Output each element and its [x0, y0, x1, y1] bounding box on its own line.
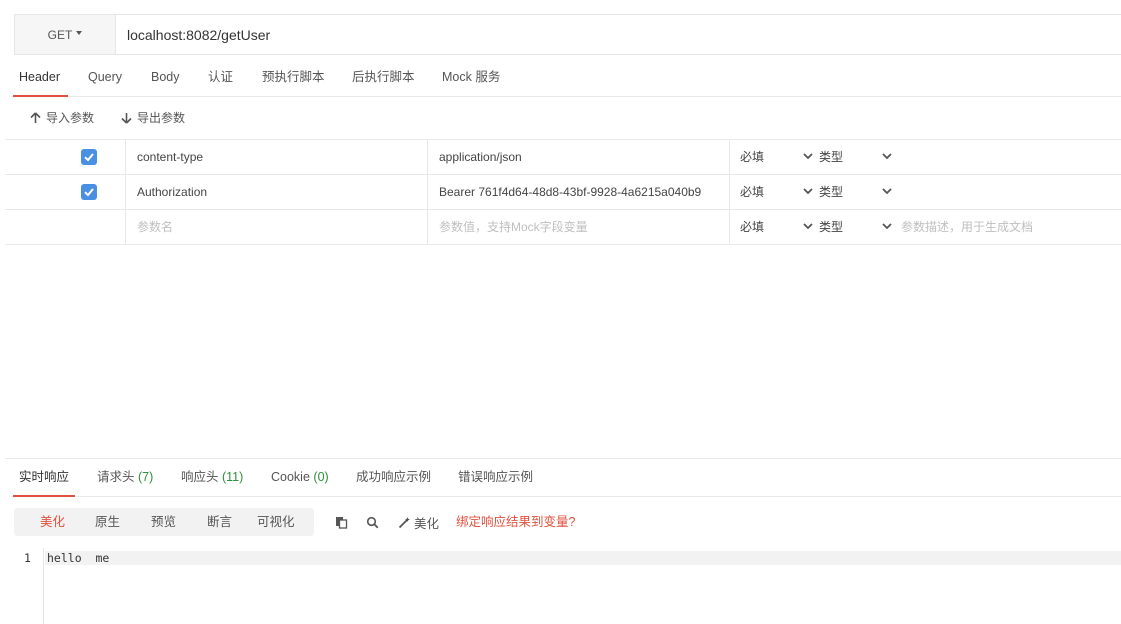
- line-number: 1: [24, 551, 31, 565]
- response-tabs: 实时响应 请求头 (7) 响应头 (11) Cookie (0) 成功响应示例 …: [11, 459, 1121, 497]
- count-badge: (11): [222, 470, 244, 484]
- tab-query[interactable]: Query: [88, 58, 122, 96]
- active-line-highlight: [45, 551, 1121, 565]
- search-icon: [366, 516, 379, 528]
- import-params-label: 导入参数: [46, 111, 95, 125]
- tab-response-headers[interactable]: 响应头 (11): [181, 459, 243, 496]
- checkmark-icon: [84, 153, 94, 162]
- chevron-down-icon[interactable]: [882, 153, 892, 160]
- url-input[interactable]: [127, 15, 1107, 54]
- type-label: 类型: [819, 220, 844, 234]
- tab-success-example[interactable]: 成功响应示例: [356, 459, 431, 496]
- view-visualize[interactable]: 可视化: [257, 508, 295, 536]
- chevron-down-icon[interactable]: [882, 188, 892, 195]
- param-name-input[interactable]: Authorization: [126, 175, 428, 209]
- param-desc-input[interactable]: 参数描述，用于生成文档: [900, 210, 1120, 244]
- tab-header[interactable]: Header: [13, 58, 68, 97]
- caret-down-icon: [76, 30, 83, 35]
- chevron-down-icon[interactable]: [882, 223, 892, 230]
- table-row: content-type application/json 必填 类型: [5, 140, 1121, 175]
- tab-auth[interactable]: 认证: [208, 58, 233, 96]
- row-check-cell: [5, 140, 126, 174]
- response-body[interactable]: hello me: [47, 551, 109, 565]
- view-beautify[interactable]: 美化: [40, 508, 65, 536]
- beautify-button[interactable]: 美化: [398, 513, 439, 531]
- param-value-input[interactable]: 参数值，支持Mock字段变量: [428, 210, 730, 244]
- tab-label: 响应头: [181, 470, 219, 484]
- tab-label: 请求头: [97, 470, 135, 484]
- param-name-input[interactable]: 参数名: [126, 210, 428, 244]
- view-mode-segmented: 美化 原生 预览 断言 可视化: [14, 508, 314, 536]
- type-select[interactable]: 类型: [813, 140, 893, 174]
- magic-wand-icon: [398, 516, 410, 528]
- required-label: 必填: [740, 150, 765, 164]
- params-table: content-type application/json 必填 类型 Auth…: [5, 139, 1121, 245]
- method-select[interactable]: GET: [15, 15, 116, 54]
- param-value-input[interactable]: application/json: [428, 140, 730, 174]
- type-label: 类型: [819, 150, 844, 164]
- chevron-down-icon[interactable]: [803, 153, 813, 160]
- tab-label: Cookie: [271, 470, 310, 484]
- tab-post-script[interactable]: 后执行脚本: [352, 58, 415, 96]
- type-label: 类型: [819, 185, 844, 199]
- count-badge: (0): [313, 470, 329, 484]
- url-bar: GET: [14, 14, 1121, 55]
- chevron-down-icon[interactable]: [803, 223, 813, 230]
- arrow-up-icon: [30, 112, 41, 123]
- copy-icon: [336, 516, 348, 529]
- checkmark-icon: [84, 188, 94, 197]
- required-label: 必填: [740, 185, 765, 199]
- param-name-input[interactable]: content-type: [126, 140, 428, 174]
- arrow-down-icon: [121, 113, 132, 124]
- export-params-button[interactable]: 导出参数: [121, 109, 185, 127]
- chevron-down-icon[interactable]: [803, 188, 813, 195]
- view-preview[interactable]: 预览: [151, 508, 176, 536]
- tab-body[interactable]: Body: [151, 58, 180, 96]
- table-row-new: 参数名 参数值，支持Mock字段变量 必填 类型 参数描述，用于生成文档: [5, 210, 1121, 245]
- copy-button[interactable]: [335, 513, 348, 531]
- type-select[interactable]: 类型: [813, 175, 893, 209]
- view-raw[interactable]: 原生: [95, 508, 120, 536]
- row-check-cell: [5, 175, 126, 209]
- method-label: GET: [47, 27, 73, 42]
- count-badge: (7): [138, 470, 154, 484]
- tab-error-example[interactable]: 错误响应示例: [458, 459, 533, 496]
- tab-mock-service[interactable]: Mock 服务: [442, 58, 500, 96]
- beautify-label: 美化: [414, 516, 440, 531]
- type-select[interactable]: 类型: [813, 210, 893, 244]
- bind-response-variable-link[interactable]: 绑定响应结果到变量?: [456, 513, 575, 531]
- tab-request-headers[interactable]: 请求头 (7): [97, 459, 153, 496]
- tab-live-response[interactable]: 实时响应: [12, 459, 76, 497]
- row-checkbox[interactable]: [81, 149, 97, 165]
- tab-pre-script[interactable]: 预执行脚本: [262, 58, 325, 96]
- required-label: 必填: [740, 220, 765, 234]
- param-value-input[interactable]: Bearer 761f4d64-48d8-43bf-9928-4a6215a04…: [428, 175, 730, 209]
- export-params-label: 导出参数: [137, 111, 186, 125]
- row-checkbox[interactable]: [81, 184, 97, 200]
- import-params-button[interactable]: 导入参数: [30, 109, 94, 127]
- tab-cookie[interactable]: Cookie (0): [271, 459, 329, 496]
- search-button[interactable]: [366, 513, 379, 531]
- request-tabs: Header Query Body 认证 预执行脚本 后执行脚本 Mock 服务: [11, 58, 1121, 97]
- row-check-cell: [5, 210, 126, 244]
- view-assert[interactable]: 断言: [207, 508, 232, 536]
- table-row: Authorization Bearer 761f4d64-48d8-43bf-…: [5, 175, 1121, 210]
